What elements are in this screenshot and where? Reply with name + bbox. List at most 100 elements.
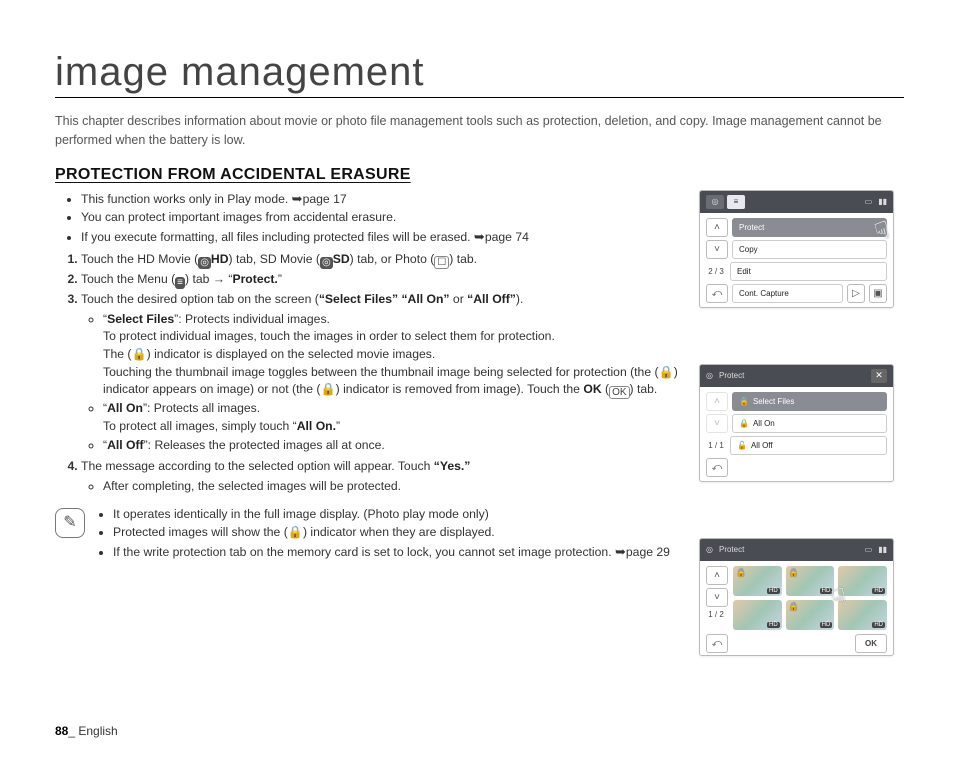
thumbnail[interactable]: 🔒 HD xyxy=(733,566,782,596)
pager: 1 / 2 xyxy=(706,610,726,619)
step-4-sub: After completing, the selected images wi… xyxy=(103,478,685,496)
scroll-down-button[interactable]: ˅ xyxy=(706,240,728,259)
label: Cont. Capture xyxy=(739,289,789,298)
bullet-format-warning: If you execute formatting, all files inc… xyxy=(81,228,685,247)
close-button[interactable]: ✕ xyxy=(871,369,887,383)
page-title: image management xyxy=(55,50,904,98)
intro-bullets: This function works only in Play mode. ➥… xyxy=(55,190,685,247)
hd-badge: HD xyxy=(767,622,780,628)
ref-arrow-icon: ➥ xyxy=(474,229,485,244)
unlock-icon: 🔓 xyxy=(737,441,747,450)
screen-title: Protect xyxy=(719,371,744,380)
movie-icon: ◎ xyxy=(320,257,333,269)
movie-icon: ◎ xyxy=(706,371,713,380)
option-select-files[interactable]: 🔒 Select Files xyxy=(732,392,887,411)
tab-menu-icon[interactable]: ≡ xyxy=(727,195,745,209)
label: Protect xyxy=(739,223,764,232)
arrow-icon: → xyxy=(213,272,225,286)
option-select-files: “Select Files”: Protects individual imag… xyxy=(103,311,685,400)
menu-item-protect[interactable]: Protect ☟ xyxy=(732,218,887,237)
hd-badge: HD xyxy=(767,588,780,594)
label: Copy xyxy=(739,245,758,254)
menu-item-copy[interactable]: Copy xyxy=(732,240,887,259)
thumbnail[interactable]: HD xyxy=(733,600,782,630)
screen-menu: ◎ ≡ ▭▮▮ ˄ Protect ☟ ˅ Copy xyxy=(699,190,894,308)
hd-badge: HD xyxy=(820,622,833,628)
lock-icon: 🔒 xyxy=(739,419,749,428)
scroll-up-button[interactable]: ˄ xyxy=(706,218,728,237)
notes-block: ✎ It operates identically in the full im… xyxy=(55,506,670,563)
thumbnail[interactable]: 🔒 HD xyxy=(786,600,835,630)
note-icon: ✎ xyxy=(55,508,85,538)
text: This function works only in Play mode. xyxy=(81,192,288,206)
lock-icon: 🔒 xyxy=(320,382,335,396)
ok-button[interactable]: OK xyxy=(855,634,887,653)
page-number: 88 xyxy=(55,724,68,738)
instruction-column: This function works only in Play mode. ➥… xyxy=(55,190,685,563)
storage-icon: ▭ xyxy=(865,197,873,206)
lock-icon: 🔒 xyxy=(736,568,746,577)
hd-badge: HD xyxy=(872,622,885,628)
ok-icon: OK xyxy=(609,386,629,399)
option-all-off: “All Off”: Releases the protected images… xyxy=(103,437,685,455)
screen-protect-thumbnails: ◎ Protect ▭ ▮▮ ˄ ˅ 1 / 2 🔒 HD 🔒 HD xyxy=(699,538,894,656)
page-ref: page 17 xyxy=(303,192,347,206)
step-4: The message according to the selected op… xyxy=(81,458,685,495)
option-all-on[interactable]: 🔒 All On xyxy=(732,414,887,433)
ref-arrow-icon: ➥ xyxy=(615,544,626,559)
label: All On xyxy=(753,419,775,428)
back-button[interactable]: ⤺ xyxy=(706,458,728,477)
lock-icon: 🔒 xyxy=(789,568,799,577)
intro-text: This chapter describes information about… xyxy=(55,112,904,150)
screen-title: Protect xyxy=(719,545,744,554)
scroll-up-button[interactable]: ˄ xyxy=(706,566,728,585)
scroll-down-button: ˅ xyxy=(706,414,728,433)
step-2: Touch the Menu (≡) tab → “Protect.” xyxy=(81,271,685,289)
ref-arrow-icon: ➥ xyxy=(292,191,303,206)
tab-movie-icon[interactable]: ◎ xyxy=(706,195,724,209)
lock-icon: 🔒 xyxy=(659,365,674,379)
photo-icon: ☐ xyxy=(434,256,449,269)
step-1: Touch the HD Movie (◎HD) tab, SD Movie (… xyxy=(81,251,685,269)
thumbnail[interactable]: 🔒 HD xyxy=(786,566,835,596)
lock-icon: 🔒 xyxy=(131,347,146,361)
play-icon: ▷ xyxy=(847,284,865,303)
movie-icon: ◎ xyxy=(706,545,713,554)
text: If you execute formatting, all files inc… xyxy=(81,230,471,244)
scroll-down-button[interactable]: ˅ xyxy=(706,588,728,607)
page-footer: 88_ English xyxy=(55,724,118,738)
back-button[interactable]: ⤺ xyxy=(706,284,728,303)
label: Select Files xyxy=(753,397,794,406)
storage-icon: ▭ xyxy=(865,545,873,554)
menu-icon: ≡ xyxy=(175,277,185,289)
menu-item-cont-capture[interactable]: Cont. Capture xyxy=(732,284,843,303)
steps-list: Touch the HD Movie (◎HD) tab, SD Movie (… xyxy=(55,251,685,496)
pager: 2 / 3 xyxy=(706,267,726,276)
manual-page: image management This chapter describes … xyxy=(0,0,954,766)
menu-item-edit[interactable]: Edit xyxy=(730,262,887,281)
page-ref: page 29 xyxy=(626,545,670,559)
footer-language: English xyxy=(78,724,117,738)
hd-badge: HD xyxy=(872,588,885,594)
lock-icon: 🔒 xyxy=(739,397,749,406)
lock-icon: 🔒 xyxy=(288,525,303,539)
thumbnail[interactable]: HD xyxy=(838,600,887,630)
label: Edit xyxy=(737,267,751,276)
back-button[interactable]: ⤺ xyxy=(706,634,728,653)
option-all-on: “All On”: Protects all images. To protec… xyxy=(103,400,685,435)
hd-badge: HD xyxy=(820,588,833,594)
pager: 1 / 1 xyxy=(706,441,726,450)
battery-icon: ▮▮ xyxy=(878,545,887,554)
thumbnail[interactable]: HD xyxy=(838,566,887,596)
movie-icon: ◎ xyxy=(198,257,211,269)
step-3-options: “Select Files”: Protects individual imag… xyxy=(81,311,685,455)
section-heading: PROTECTION FROM ACCIDENTAL ERASURE xyxy=(55,166,904,184)
bullet-protect: You can protect important images from ac… xyxy=(81,209,685,227)
step-3: Touch the desired option tab on the scre… xyxy=(81,291,685,455)
frame-icon: ▣ xyxy=(869,284,887,303)
screenshots-column: ◎ ≡ ▭ ▮▮ ˄ Protect ☟ ˅ Copy xyxy=(699,190,904,656)
bullet-play-mode: This function works only in Play mode. ➥… xyxy=(81,190,685,209)
lock-icon: 🔒 xyxy=(789,602,799,611)
note-2: Protected images will show the (🔒) indic… xyxy=(113,524,670,542)
option-all-off[interactable]: 🔓All Off xyxy=(730,436,887,455)
